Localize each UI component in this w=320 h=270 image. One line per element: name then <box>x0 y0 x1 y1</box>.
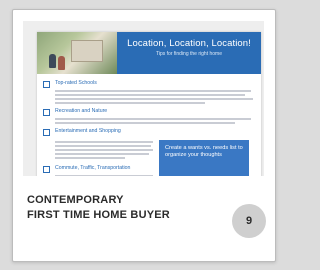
person-figure <box>49 54 56 68</box>
section-icon <box>43 129 50 136</box>
person-figure <box>58 56 65 70</box>
section-icon <box>43 166 50 173</box>
body-text-line <box>55 141 153 143</box>
guide-card[interactable]: Location, Location, Location! Tips for f… <box>12 9 276 262</box>
document-title: Location, Location, Location! <box>127 38 251 49</box>
body-text-line <box>55 149 153 151</box>
tip-callout: Create a wants vs. needs list to organiz… <box>159 140 249 176</box>
section-title: Recreation and Nature <box>55 108 108 114</box>
header-photo <box>37 32 117 74</box>
house-image <box>71 40 103 62</box>
section-title: Top-rated Schools <box>55 80 97 86</box>
guide-title[interactable]: CONTEMPORARY FIRST TIME HOME BUYER <box>27 193 207 223</box>
body-text-line <box>55 122 235 124</box>
document-subtitle: Tips for finding the right home <box>156 51 222 57</box>
section-title: Commute, Traffic, Transportation <box>55 165 131 171</box>
body-text-line <box>55 118 251 120</box>
body-text-line <box>55 157 125 159</box>
document-thumbnail[interactable]: Location, Location, Location! Tips for f… <box>23 21 264 176</box>
page-count-badge: 9 <box>232 204 266 238</box>
body-text-line <box>55 102 205 104</box>
document-page: Location, Location, Location! Tips for f… <box>37 32 261 176</box>
body-text-line <box>55 94 245 96</box>
body-text-line <box>55 175 153 176</box>
body-text-line <box>55 145 151 147</box>
section-title: Entertainment and Shopping <box>55 128 121 134</box>
callout-text: Create a wants vs. needs list to organiz… <box>165 145 243 159</box>
document-header: Location, Location, Location! Tips for f… <box>37 32 261 74</box>
section-icon <box>43 109 50 116</box>
body-text-line <box>55 90 251 92</box>
body-text-line <box>55 98 253 100</box>
guide-title-line1: CONTEMPORARY <box>27 194 124 206</box>
section-icon <box>43 81 50 88</box>
body-text-line <box>55 153 149 155</box>
guide-title-line2: FIRST TIME HOME BUYER <box>27 209 170 221</box>
